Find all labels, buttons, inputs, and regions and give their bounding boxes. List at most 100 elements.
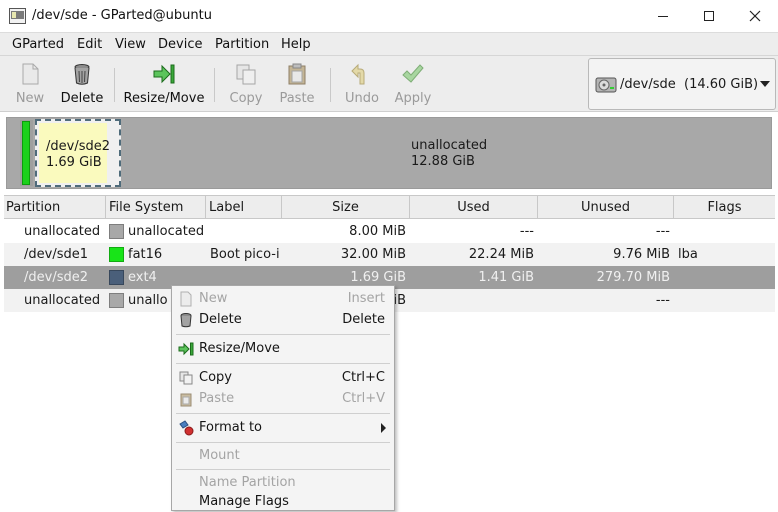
context-menu-copy[interactable]: Copy Ctrl+C xyxy=(172,367,394,388)
context-menu-label: Paste xyxy=(199,391,235,406)
minimize-icon xyxy=(658,16,668,17)
cell-file-system: unallo xyxy=(128,293,168,308)
resize-move-icon xyxy=(178,342,194,356)
context-menu-mount[interactable]: Mount xyxy=(172,445,394,466)
context-menu-delete[interactable]: Delete Delete xyxy=(172,309,394,330)
context-menu-resize-move[interactable]: Resize/Move xyxy=(172,338,394,359)
cell-size: 1.69 GiB xyxy=(350,270,406,285)
cell-size: iB xyxy=(393,293,406,308)
partition-table-header: Partition File System Label Size Used Un… xyxy=(4,195,775,219)
cell-unused: 279.70 MiB xyxy=(596,270,670,285)
disk-map-unallocated[interactable]: unallocated 12.88 GiB xyxy=(124,119,770,187)
cell-unused: --- xyxy=(655,293,670,308)
cell-used: --- xyxy=(519,224,534,239)
toolbar-separator xyxy=(330,68,331,102)
menu-view[interactable]: View xyxy=(115,37,146,52)
resize-move-icon xyxy=(153,64,175,84)
cell-used: 1.41 GiB xyxy=(478,270,534,285)
maximize-button[interactable] xyxy=(686,0,732,33)
disk-map-sde1-fill xyxy=(22,121,30,185)
disk-map-sde2-name: /dev/sde2 xyxy=(46,139,110,154)
cell-file-system: fat16 xyxy=(128,247,163,262)
undo-icon xyxy=(351,63,365,85)
table-row[interactable]: /dev/sde1 fat16 Boot pico-i 32.00 MiB 22… xyxy=(4,243,775,266)
column-header-label: Unused xyxy=(580,200,631,215)
cell-partition: /dev/sde2 xyxy=(24,270,88,285)
disk-map-sde2-size: 1.69 GiB xyxy=(46,155,102,170)
context-menu-label: Manage Flags xyxy=(199,494,289,509)
close-button[interactable] xyxy=(732,0,778,33)
column-header-label: Size xyxy=(332,200,359,215)
new-document-icon xyxy=(22,63,39,85)
table-row[interactable]: unallocated unallocated 8.00 MiB --- --- xyxy=(4,220,775,243)
hard-disk-icon xyxy=(595,77,617,93)
context-menu-label: Copy xyxy=(199,370,232,385)
context-menu-paste[interactable]: Paste Ctrl+V xyxy=(172,388,394,409)
cell-unused: 9.76 MiB xyxy=(613,247,670,262)
close-icon xyxy=(749,10,761,22)
device-selector-label: /dev/sde (14.60 GiB) xyxy=(620,77,759,92)
disk-partition-map: /dev/sde2 1.69 GiB unallocated 12.88 GiB xyxy=(6,117,772,189)
menu-partition[interactable]: Partition xyxy=(215,37,269,52)
chevron-down-icon xyxy=(760,81,770,87)
cell-partition: unallocated xyxy=(24,224,101,239)
column-header-label: Label xyxy=(209,200,245,215)
device-selector[interactable]: /dev/sde (14.60 GiB) xyxy=(588,58,776,110)
context-menu-shortcut: Ctrl+V xyxy=(342,391,385,406)
cell-partition: unallocated xyxy=(24,293,101,308)
context-menu-format-to[interactable]: Format to xyxy=(172,417,394,438)
gparted-app-icon xyxy=(9,8,26,24)
cell-unused: --- xyxy=(655,224,670,239)
trash-icon xyxy=(74,64,90,85)
context-menu-manage-flags[interactable]: Manage Flags xyxy=(172,491,394,512)
copy-icon xyxy=(179,371,193,385)
copy-icon xyxy=(236,64,256,85)
trash-icon xyxy=(180,313,192,328)
toolbar-copy-button[interactable]: Copy xyxy=(222,56,270,112)
context-menu-name-partition[interactable]: Name Partition xyxy=(172,472,394,493)
menu-help[interactable]: Help xyxy=(281,37,311,52)
column-header-label: Used xyxy=(457,200,490,215)
context-menu-label: Resize/Move xyxy=(199,341,280,356)
column-header-flags[interactable]: Flags xyxy=(674,196,775,218)
filesystem-color-swatch xyxy=(109,270,124,285)
filesystem-color-swatch xyxy=(109,247,124,262)
window-title: /dev/sde - GParted@ubuntu xyxy=(32,8,212,23)
column-header-file-system[interactable]: File System xyxy=(106,196,206,218)
partition-context-menu: New Insert Delete Delete Resize/Move Cop… xyxy=(171,285,395,511)
column-header-size[interactable]: Size xyxy=(282,196,410,218)
column-header-label: File System xyxy=(109,200,184,215)
menu-gparted[interactable]: GParted xyxy=(12,37,64,52)
toolbar-new-button[interactable]: New xyxy=(8,56,52,112)
maximize-icon xyxy=(704,11,714,21)
checkmark-icon xyxy=(402,64,424,83)
cell-partition: /dev/sde1 xyxy=(24,247,88,262)
disk-map-sde1[interactable] xyxy=(20,120,33,186)
new-document-icon xyxy=(180,291,192,307)
toolbar-resize-move-button[interactable]: Resize/Move xyxy=(121,56,207,112)
column-header-used[interactable]: Used xyxy=(410,196,538,218)
title-bar: /dev/sde - GParted@ubuntu xyxy=(0,0,778,33)
context-menu-shortcut: Insert xyxy=(347,291,385,306)
context-menu-shortcut: Ctrl+C xyxy=(341,370,385,385)
toolbar-separator xyxy=(114,68,115,102)
menu-device[interactable]: Device xyxy=(158,37,202,52)
menu-separator xyxy=(176,413,390,414)
paste-icon xyxy=(180,393,192,407)
context-menu-label: Mount xyxy=(199,448,240,463)
cell-used: 22.24 MiB xyxy=(468,247,534,262)
column-header-label[interactable]: Label xyxy=(206,196,282,218)
toolbar-apply-button[interactable]: Apply xyxy=(391,56,435,112)
toolbar-undo-button[interactable]: Undo xyxy=(340,56,384,112)
column-header-unused[interactable]: Unused xyxy=(538,196,674,218)
minimize-button[interactable] xyxy=(640,0,686,33)
toolbar-paste-button[interactable]: Paste xyxy=(274,56,320,112)
toolbar-delete-button[interactable]: Delete xyxy=(56,56,108,112)
context-menu-label: Format to xyxy=(199,420,262,435)
context-menu-new[interactable]: New Insert xyxy=(172,288,394,309)
menu-bar: GParted Edit View Device Partition Help xyxy=(0,33,778,56)
menu-edit[interactable]: Edit xyxy=(77,37,102,52)
disk-map-sde2[interactable]: /dev/sde2 1.69 GiB xyxy=(35,119,121,187)
column-header-partition[interactable]: Partition xyxy=(4,196,106,218)
cell-file-system: unallocated xyxy=(128,224,205,239)
